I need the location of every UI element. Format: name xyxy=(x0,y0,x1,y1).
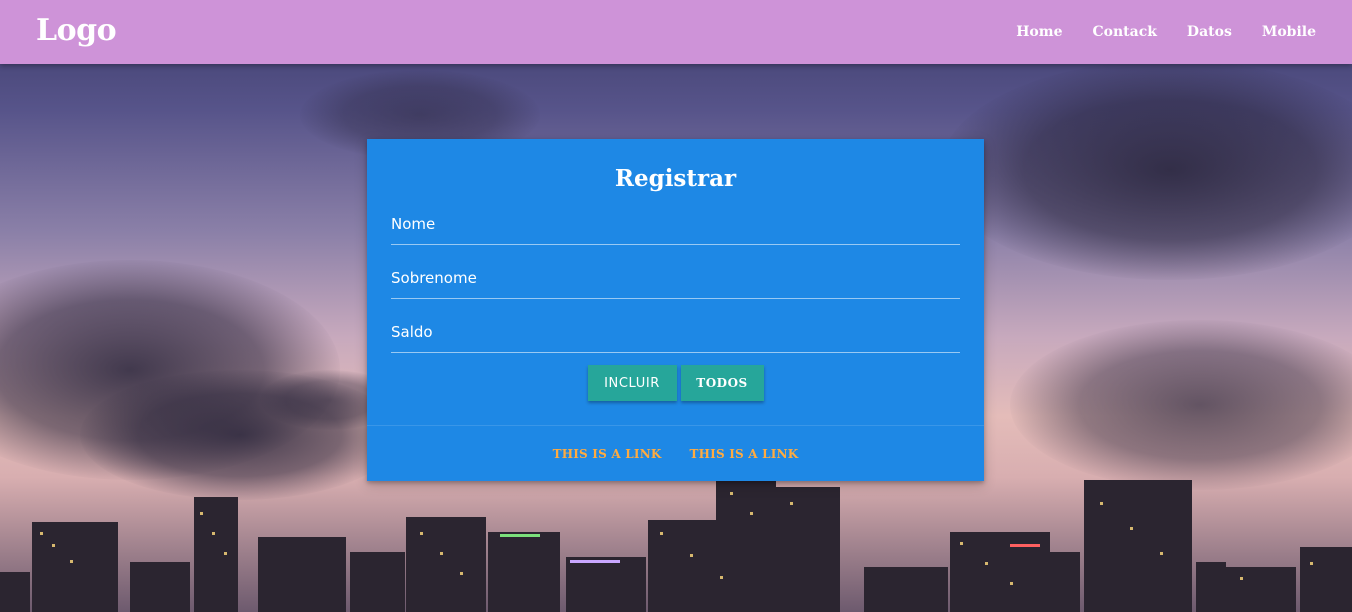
sobrenome-input[interactable] xyxy=(391,259,960,297)
card-action: THIS IS A LINK THIS IS A LINK xyxy=(367,425,984,481)
card-link-1[interactable]: THIS IS A LINK xyxy=(553,447,662,461)
incluir-button[interactable]: INCLUIR xyxy=(587,365,677,401)
card-link-2[interactable]: THIS IS A LINK xyxy=(690,447,799,461)
nome-input[interactable] xyxy=(391,205,960,243)
nome-field-wrapper xyxy=(391,205,960,245)
nav-link-contack[interactable]: Contack xyxy=(1093,24,1157,40)
nav-link-datos[interactable]: Datos xyxy=(1187,24,1232,40)
nav-links: Home Contack Datos Mobile xyxy=(986,0,1316,64)
register-card: Registrar INCLUIR TODOS THIS IS A LINK T… xyxy=(367,139,984,481)
card-title: Registrar xyxy=(614,165,737,192)
saldo-field-wrapper xyxy=(391,313,960,353)
navbar: Logo Home Contack Datos Mobile xyxy=(0,0,1352,64)
form-buttons: INCLUIR TODOS xyxy=(367,365,984,401)
saldo-input[interactable] xyxy=(391,313,960,351)
logo[interactable]: Logo xyxy=(36,13,117,48)
city-skyline xyxy=(0,477,1352,612)
nav-link-mobile[interactable]: Mobile xyxy=(1262,24,1316,40)
nav-link-home[interactable]: Home xyxy=(1016,24,1062,40)
todos-button[interactable]: TODOS xyxy=(680,365,764,401)
sobrenome-field-wrapper xyxy=(391,259,960,299)
